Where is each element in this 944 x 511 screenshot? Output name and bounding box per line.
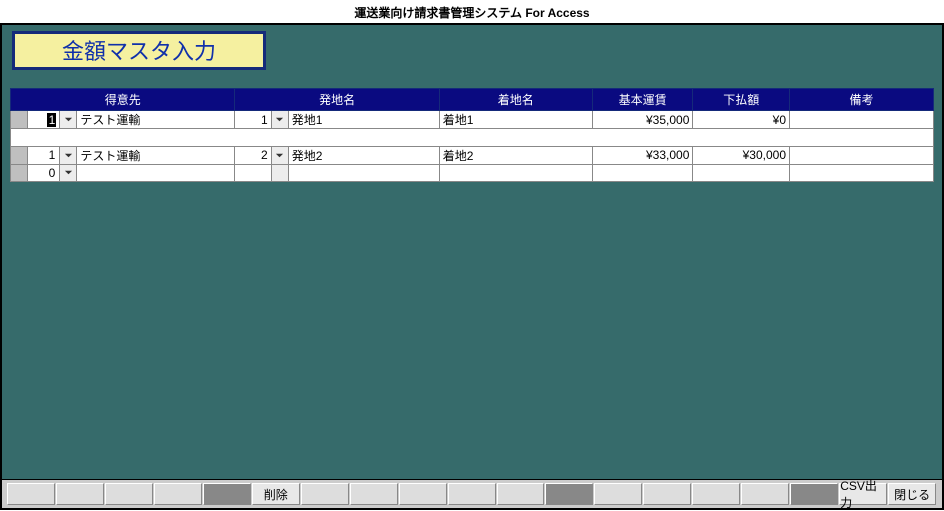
- row-selector[interactable]: [11, 164, 28, 182]
- app-titlebar: 運送業向け請求書管理システム For Access: [0, 0, 944, 23]
- grid-header-row: 得意先 発地名 着地名 基本運賃 下払額 備考: [11, 89, 934, 111]
- footer-slot-13[interactable]: [643, 483, 691, 505]
- table-row[interactable]: 1 テスト運輸2 発地2着地2¥33,000¥30,000: [11, 146, 934, 164]
- table-row[interactable]: 1テスト運輸1発地1着地1¥35,000¥0: [11, 111, 934, 129]
- destination-name-cell[interactable]: 着地1: [439, 111, 592, 129]
- footer-slot-2[interactable]: [56, 483, 104, 505]
- base-fare-cell[interactable]: ¥35,000: [592, 111, 693, 129]
- origin-dropdown-icon[interactable]: [271, 164, 288, 182]
- remarks-cell[interactable]: [790, 146, 934, 164]
- remarks-cell[interactable]: [790, 164, 934, 182]
- origin-id-input[interactable]: 1: [235, 111, 271, 129]
- footer-slot-3[interactable]: [105, 483, 153, 505]
- table-row[interactable]: 0: [11, 164, 934, 182]
- footer-slot-4[interactable]: [154, 483, 202, 505]
- subpayment-cell[interactable]: ¥0: [693, 111, 790, 129]
- col-biko: 備考: [790, 89, 934, 111]
- close-button[interactable]: 閉じる: [888, 483, 936, 505]
- delete-button[interactable]: 削除: [252, 483, 300, 505]
- row-selector[interactable]: [11, 146, 28, 164]
- col-hatchi: 発地名: [235, 89, 439, 111]
- origin-id-input[interactable]: [235, 164, 271, 182]
- customer-id-input[interactable]: 0: [28, 164, 60, 182]
- origin-dropdown-icon[interactable]: [271, 146, 288, 164]
- footer-separator-2: [545, 483, 593, 505]
- base-fare-cell[interactable]: ¥33,000: [592, 146, 693, 164]
- customer-dropdown-icon[interactable]: [60, 111, 77, 129]
- footer-toolbar: 削除 CSV出力 閉じる: [0, 479, 944, 510]
- destination-name-cell[interactable]: 着地2: [439, 146, 592, 164]
- page-title: 金額マスタ入力: [12, 31, 266, 70]
- col-kihon: 基本運賃: [592, 89, 693, 111]
- footer-slot-8[interactable]: [399, 483, 447, 505]
- col-shita: 下払額: [693, 89, 790, 111]
- amount-master-grid: 得意先 発地名 着地名 基本運賃 下払額 備考 1テスト運輸1発地1着地1¥35…: [10, 88, 934, 182]
- main-area: 金額マスタ入力 得意先 発地名 着地名 基本運賃 下払額 備考: [0, 23, 944, 479]
- footer-separator-1: [203, 483, 251, 505]
- row-selector[interactable]: [11, 111, 28, 129]
- footer-slot-1[interactable]: [7, 483, 55, 505]
- origin-id-input[interactable]: 2: [235, 146, 271, 164]
- col-chakuchi: 着地名: [439, 89, 592, 111]
- footer-separator-3: [790, 483, 838, 505]
- subpayment-cell[interactable]: [693, 164, 790, 182]
- destination-name-cell[interactable]: [439, 164, 592, 182]
- footer-slot-12[interactable]: [594, 483, 642, 505]
- origin-name-cell[interactable]: 発地1: [288, 111, 439, 129]
- customer-dropdown-icon[interactable]: [60, 164, 77, 182]
- footer-slot-10[interactable]: [497, 483, 545, 505]
- base-fare-cell[interactable]: [592, 164, 693, 182]
- footer-slot-15[interactable]: [741, 483, 789, 505]
- customer-name-cell[interactable]: [77, 164, 235, 182]
- customer-id-input[interactable]: 1: [28, 111, 60, 129]
- footer-slot-6[interactable]: [301, 483, 349, 505]
- customer-dropdown-icon[interactable]: [60, 146, 77, 164]
- origin-name-cell[interactable]: 発地2: [288, 146, 439, 164]
- csv-export-button[interactable]: CSV出力: [839, 483, 887, 505]
- origin-dropdown-icon[interactable]: [271, 111, 288, 129]
- customer-name-cell[interactable]: テスト運輸: [77, 111, 235, 129]
- footer-slot-9[interactable]: [448, 483, 496, 505]
- remarks-cell[interactable]: [790, 111, 934, 129]
- col-tokuisaki: 得意先: [11, 89, 235, 111]
- footer-slot-7[interactable]: [350, 483, 398, 505]
- customer-id-input[interactable]: 1: [28, 146, 60, 164]
- customer-name-cell[interactable]: テスト運輸: [77, 146, 235, 164]
- subpayment-cell[interactable]: ¥30,000: [693, 146, 790, 164]
- footer-slot-14[interactable]: [692, 483, 740, 505]
- origin-name-cell[interactable]: [288, 164, 439, 182]
